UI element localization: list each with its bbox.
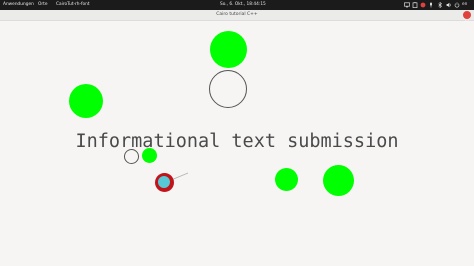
cursor-center-dot: [158, 176, 170, 188]
microphone-icon[interactable]: [420, 2, 426, 8]
display-icon[interactable]: [404, 2, 410, 8]
green-circle: [142, 148, 157, 163]
bluetooth-icon[interactable]: [437, 2, 443, 8]
volume-icon[interactable]: [446, 2, 452, 8]
network-icon[interactable]: [428, 2, 434, 8]
places-menu[interactable]: Orte: [38, 1, 47, 9]
top-bar: Anwendungen Orte CairoTut-rh-font So., 6…: [0, 0, 474, 10]
green-circle: [323, 165, 354, 196]
power-icon[interactable]: [454, 2, 460, 8]
hollow-circle: [209, 70, 247, 108]
info-text: Informational text submission: [75, 131, 399, 152]
green-circle: [69, 84, 103, 118]
green-circle: [210, 31, 247, 68]
app-menu[interactable]: CairoTut-rh-font: [56, 1, 90, 9]
close-button[interactable]: [463, 11, 471, 24]
window-title: Cairo tutorial C++: [216, 12, 258, 17]
drawing-canvas[interactable]: Informational text submission: [0, 21, 474, 266]
clock[interactable]: So., 6. Okt., 18:44:15: [220, 1, 266, 9]
battery-icon[interactable]: [412, 2, 418, 8]
keyboard-layout[interactable]: en: [462, 1, 467, 9]
window-titlebar[interactable]: Cairo tutorial C++: [0, 10, 474, 24]
activities-menu[interactable]: Anwendungen: [3, 1, 34, 9]
green-circle: [275, 168, 298, 191]
hollow-circle: [124, 149, 139, 164]
